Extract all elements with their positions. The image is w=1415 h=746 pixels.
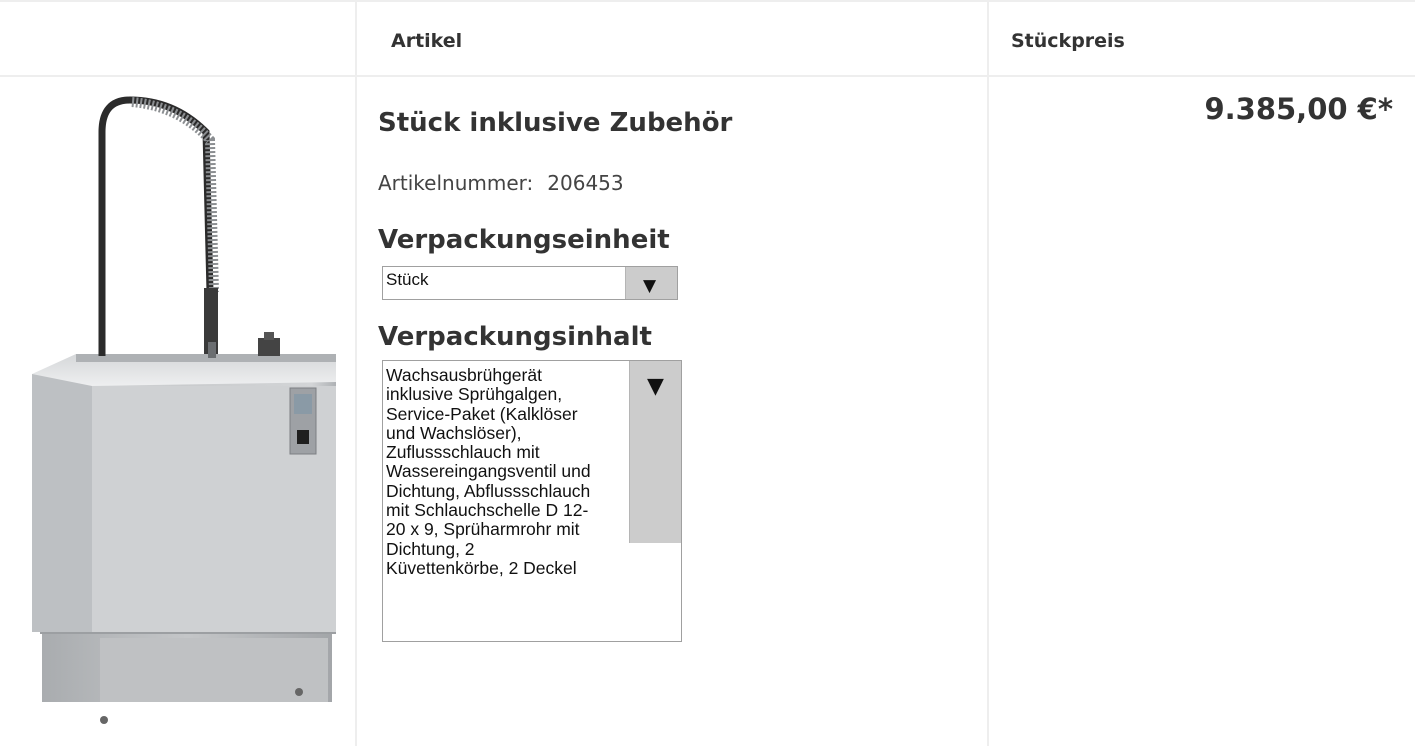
column-header-price: Stückpreis xyxy=(1011,30,1125,52)
article-number-value: 206453 xyxy=(547,171,624,195)
unit-price: 9.385,00 €* xyxy=(1204,92,1393,126)
column-header-article: Artikel xyxy=(391,30,463,52)
chevron-down-icon: ▼ xyxy=(643,276,657,296)
packaging-content-dropdown-button[interactable]: ▼ xyxy=(629,361,681,543)
header-divider xyxy=(0,75,1415,77)
product-table: Artikel Stückpreis Stück inklusive Zubeh… xyxy=(0,0,1415,746)
packaging-unit-select[interactable]: Stück ▼ xyxy=(382,266,678,300)
packaging-content-heading: Verpackungsinhalt xyxy=(378,322,652,352)
wax-boiling-unit-icon xyxy=(32,96,336,724)
article-number-row: Artikelnummer: 206453 xyxy=(378,171,624,195)
article-number-label: Artikelnummer: xyxy=(378,171,534,195)
product-image[interactable] xyxy=(14,92,346,742)
column-divider-2 xyxy=(987,0,989,746)
packaging-unit-heading: Verpackungseinheit xyxy=(378,225,670,255)
packaging-unit-dropdown-button[interactable]: ▼ xyxy=(625,267,677,299)
chevron-down-icon: ▼ xyxy=(647,374,664,399)
packaging-content-listbox[interactable]: Wachsausbrühgerät inklusive Sprühgalgen,… xyxy=(382,360,682,642)
product-title[interactable]: Stück inklusive Zubehör xyxy=(378,108,732,138)
table-border-top xyxy=(0,0,1415,2)
packaging-unit-selected-value: Stück xyxy=(386,270,429,289)
column-divider-1 xyxy=(355,0,357,746)
